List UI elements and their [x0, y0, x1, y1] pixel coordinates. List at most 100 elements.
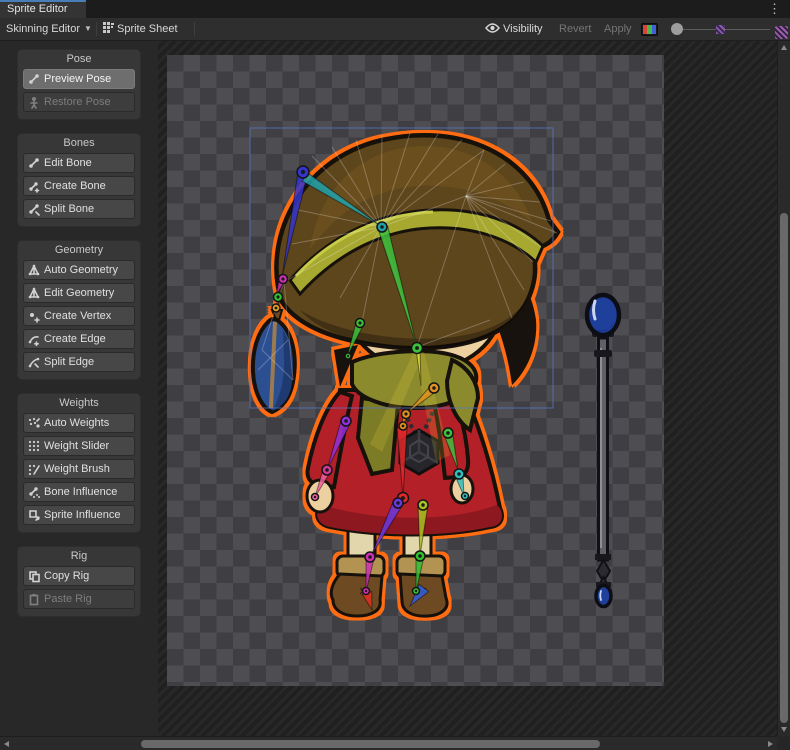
- panel-title-pose: Pose: [18, 50, 140, 69]
- panel-geometry: GeometryAuto Geometry Edit Geometry Create…: [17, 240, 141, 380]
- copy-icon: [28, 570, 40, 583]
- bone-joint-hole: [402, 425, 405, 428]
- revert-button[interactable]: Revert: [559, 18, 591, 40]
- bone-joint-hole: [457, 472, 461, 476]
- scrollbar-corner: [777, 736, 790, 750]
- scroll-right-arrow[interactable]: [768, 741, 773, 747]
- scroll-down-arrow[interactable]: [781, 727, 787, 732]
- panel-bones: BonesEdit Bone Create Bone Split Bone: [17, 133, 141, 227]
- bone-joint-hole: [314, 496, 316, 498]
- button-paste-rig[interactable]: Paste Rig: [23, 589, 135, 609]
- apply-button[interactable]: Apply: [604, 18, 632, 40]
- bone-slash-icon: [28, 203, 40, 216]
- dots-sparkle-icon: [28, 417, 40, 430]
- edge-slash-icon: [28, 356, 40, 369]
- bone-plus-icon: [28, 180, 40, 193]
- bone-joint-hole: [421, 503, 425, 507]
- mip-slider-marker[interactable]: [716, 25, 725, 34]
- mesh-icon: [28, 287, 40, 300]
- button-create-vertex[interactable]: Create Vertex: [23, 306, 135, 326]
- mip-texture-icon: [775, 26, 788, 39]
- bone-joint-hole: [432, 386, 436, 390]
- bone-icon: [28, 73, 40, 86]
- panel-title-geometry: Geometry: [18, 241, 140, 260]
- bone-joint-hole: [396, 501, 400, 505]
- kebab-menu-icon[interactable]: ⋮: [768, 0, 781, 18]
- button-auto-geometry[interactable]: Auto Geometry: [23, 260, 135, 280]
- paste-icon: [28, 593, 40, 606]
- panel-pose: PosePreview Pose Restore Pose: [17, 49, 141, 120]
- button-weight-slider[interactable]: Weight Slider: [23, 436, 135, 456]
- bone-joint-hole: [344, 419, 348, 423]
- button-edit-bone[interactable]: Edit Bone: [23, 153, 135, 173]
- scroll-up-arrow[interactable]: [781, 45, 787, 50]
- canvas-overlay: [158, 41, 777, 736]
- panel-weights: WeightsAuto Weights Weight Slider Weight B…: [17, 393, 141, 533]
- button-bone-influence[interactable]: Bone Influence: [23, 482, 135, 502]
- tab-strip: Sprite Editor ⋮: [0, 0, 790, 18]
- visibility-toggle[interactable]: Visibility: [485, 18, 543, 40]
- h-scrollbar-thumb[interactable]: [141, 740, 600, 748]
- panel-title-bones: Bones: [18, 134, 140, 153]
- eye-icon: [485, 23, 500, 33]
- panel-rig: RigCopy Rig Paste Rig: [17, 546, 141, 617]
- scroll-left-arrow[interactable]: [4, 741, 9, 747]
- vertex-plus-icon: [28, 310, 40, 323]
- bone-joint-hole: [301, 170, 305, 174]
- toolbar: Skinning Editor▼ Sprite Sheet Visibility…: [0, 18, 790, 41]
- button-auto-weights[interactable]: Auto Weights: [23, 413, 135, 433]
- bone-joint-hole: [275, 307, 278, 310]
- button-create-edge[interactable]: Create Edge: [23, 329, 135, 349]
- bone-joint-hole: [281, 277, 284, 280]
- sprite-canvas[interactable]: [158, 41, 777, 736]
- button-copy-rig[interactable]: Copy Rig: [23, 566, 135, 586]
- bone-joint-hole: [415, 590, 417, 592]
- zoom-slider-track[interactable]: [683, 29, 770, 30]
- bone-joint-hole: [365, 590, 367, 592]
- bone-joint-hole: [368, 555, 372, 559]
- bone-joint-hole: [415, 346, 419, 350]
- button-preview-pose[interactable]: Preview Pose: [23, 69, 135, 89]
- button-split-bone[interactable]: Split Bone: [23, 199, 135, 219]
- button-split-edge[interactable]: Split Edge: [23, 352, 135, 372]
- sprite-dots-icon: [28, 509, 40, 522]
- edge-plus-icon: [28, 333, 40, 346]
- chevron-down-icon: ▼: [84, 18, 92, 40]
- sprite-editor-window: Sprite Editor ⋮ Skinning Editor▼ Sprite …: [0, 0, 790, 750]
- staff-sprite: [587, 295, 619, 607]
- skinning-tool-panels: PosePreview Pose Restore Pose BonesEdit Bo…: [0, 41, 158, 736]
- panel-title-weights: Weights: [18, 394, 140, 413]
- vertical-scrollbar[interactable]: [777, 41, 790, 736]
- button-weight-brush[interactable]: Weight Brush: [23, 459, 135, 479]
- bone-joint-hole: [276, 295, 279, 298]
- button-edit-geometry[interactable]: Edit Geometry: [23, 283, 135, 303]
- toolbar-divider: [194, 22, 195, 36]
- bone-joint-hole: [418, 554, 422, 558]
- person-icon: [28, 96, 40, 109]
- v-scrollbar-thumb[interactable]: [780, 213, 788, 723]
- dots-brush-icon: [28, 463, 40, 476]
- bone-icon: [28, 157, 40, 170]
- rgb-swatch-button[interactable]: [641, 23, 658, 36]
- sprite-editor-tab[interactable]: Sprite Editor: [0, 0, 86, 18]
- horizontal-scrollbar[interactable]: [0, 736, 777, 750]
- mesh-icon: [28, 264, 40, 277]
- panel-title-rig: Rig: [18, 547, 140, 566]
- toolbar-divider: [96, 22, 97, 36]
- sprite-sheet-button[interactable]: Sprite Sheet: [103, 18, 178, 40]
- dots-grid-icon: [28, 440, 40, 453]
- bone-joint-hole: [358, 321, 361, 324]
- button-restore-pose[interactable]: Restore Pose: [23, 92, 135, 112]
- sprite-sheet-icon: [103, 22, 114, 33]
- mode-dropdown[interactable]: Skinning Editor▼: [6, 18, 92, 40]
- bone-joint-hole: [380, 225, 384, 229]
- button-sprite-influence[interactable]: Sprite Influence: [23, 505, 135, 525]
- button-create-bone[interactable]: Create Bone: [23, 176, 135, 196]
- bone-joint-hole: [464, 495, 466, 497]
- bone-joint-hole: [446, 431, 450, 435]
- blue-channel: [652, 25, 656, 34]
- zoom-slider-handle[interactable]: [671, 23, 683, 35]
- bone-joint-hole: [404, 412, 407, 415]
- bone-joint-hole: [325, 468, 329, 472]
- bone-dots-icon: [28, 486, 40, 499]
